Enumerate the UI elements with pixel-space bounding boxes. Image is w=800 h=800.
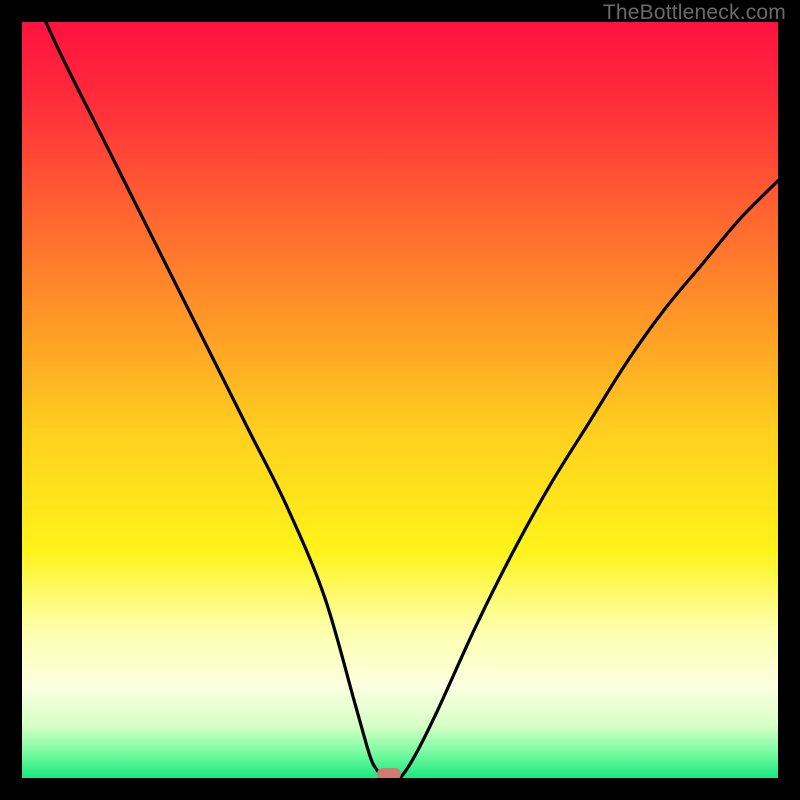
chart-container: TheBottleneck.com: [0, 0, 800, 800]
plot-area: [22, 22, 778, 778]
watermark-text: TheBottleneck.com: [603, 1, 786, 25]
optimum-marker: [377, 768, 401, 778]
bottleneck-curve: [22, 22, 778, 778]
